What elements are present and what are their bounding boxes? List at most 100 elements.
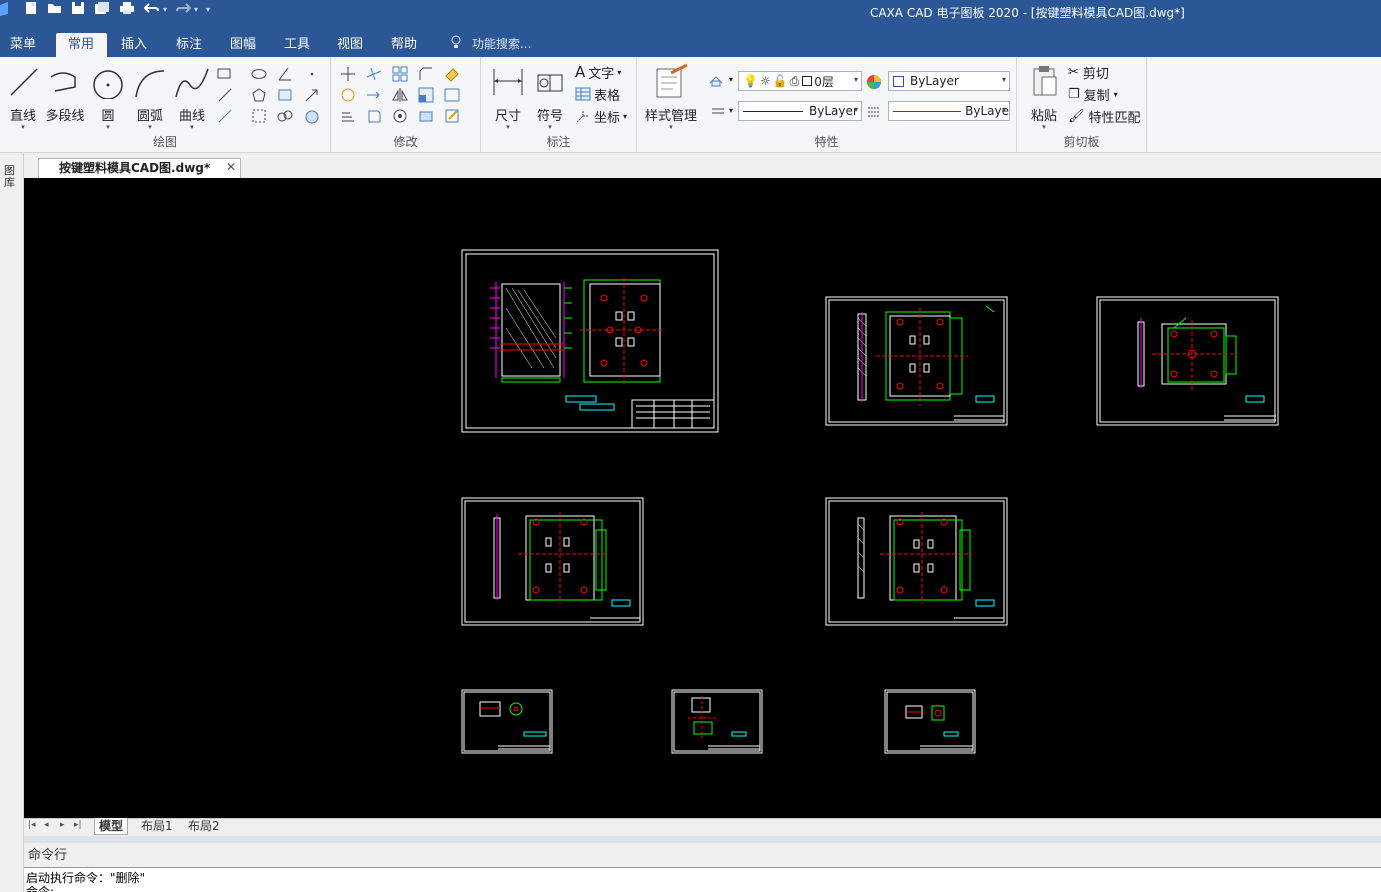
tab-tools[interactable]: 工具 xyxy=(276,33,318,57)
library-side-panel[interactable] xyxy=(0,153,24,892)
offset-line-icon[interactable] xyxy=(216,107,234,125)
dimension-button[interactable]: 尺寸 ▾ xyxy=(487,63,529,131)
drawing-sheet[interactable] xyxy=(671,689,763,754)
table-button[interactable]: 表格 xyxy=(575,85,620,104)
move-icon[interactable] xyxy=(339,65,357,83)
lightbulb-icon: 💡 xyxy=(743,74,758,88)
circle-button[interactable]: 圆 ▾ xyxy=(87,63,129,131)
print-icon[interactable] xyxy=(119,1,135,18)
arrow-icon[interactable] xyxy=(303,86,321,104)
chamfer-icon[interactable] xyxy=(417,65,435,83)
command-output[interactable] xyxy=(24,867,1381,892)
angle-line-icon[interactable] xyxy=(276,65,294,83)
cloud-icon[interactable] xyxy=(276,107,294,125)
symbol-button[interactable]: 符号 ▾ xyxy=(529,63,571,131)
cut-button[interactable]: ✂ 剪切 xyxy=(1068,63,1109,82)
fill-icon[interactable] xyxy=(303,107,321,125)
text-icon: A xyxy=(575,63,586,81)
sun-icon: ☼ xyxy=(759,74,771,88)
drawing-canvas[interactable] xyxy=(24,178,1381,818)
array-icon[interactable] xyxy=(391,65,409,83)
chevron-down-icon: ▾ xyxy=(506,123,510,131)
drawing-sheet[interactable] xyxy=(461,497,644,626)
document-tab[interactable]: 按键塑料模具CAD图.dwg* xyxy=(38,158,241,178)
function-search[interactable]: 功能搜索... xyxy=(450,33,531,53)
match-properties-button[interactable]: 🖌 特性匹配 xyxy=(1068,107,1141,126)
rectangle-icon[interactable] xyxy=(216,65,234,83)
ribbon-panel: 直线 ▾ 多段线 圆 ▾ 圆弧 ▾ 曲线 ▾ 绘图 修改 尺寸 ▾ 符号 ▾ A… xyxy=(0,57,1381,153)
text-button[interactable]: A 文字 ▾ xyxy=(575,63,621,82)
trim-icon[interactable] xyxy=(365,65,383,83)
spline-button[interactable]: 曲线 ▾ xyxy=(171,63,213,131)
break-icon[interactable] xyxy=(365,107,383,125)
polyline-icon xyxy=(50,72,76,92)
tab-help[interactable]: 帮助 xyxy=(383,33,425,57)
stretch-icon[interactable] xyxy=(443,86,461,104)
layer-select[interactable]: 💡 ☼ 🔓 ⎙ 0层 ▾ xyxy=(738,71,862,91)
save-icon[interactable] xyxy=(71,1,85,18)
polygon-icon[interactable] xyxy=(250,86,268,104)
app-icon[interactable] xyxy=(0,2,10,16)
color-wheel-icon[interactable] xyxy=(865,73,883,91)
drawing-sheet[interactable] xyxy=(825,497,1008,626)
customize-toolbar-icon[interactable]: ▾ xyxy=(206,5,210,14)
point-icon[interactable] xyxy=(303,65,321,83)
library-panel-label[interactable]: 图库 xyxy=(4,165,18,189)
polyline-button[interactable]: 多段线 xyxy=(44,63,86,127)
line-button[interactable]: 直线 ▾ xyxy=(2,63,44,131)
hatch-icon[interactable] xyxy=(276,86,294,104)
first-layout-icon[interactable]: |◂ xyxy=(28,820,36,830)
mirror-icon[interactable] xyxy=(391,86,409,104)
drawing-sheet[interactable] xyxy=(825,296,1008,426)
color-select[interactable]: ByLayer ▾ xyxy=(888,71,1010,91)
redo-icon[interactable] xyxy=(175,1,192,18)
layout-tab-model[interactable]: 模型 xyxy=(94,818,129,835)
layout-tab-1[interactable]: 布局1 xyxy=(137,818,177,835)
scale-icon[interactable] xyxy=(417,86,435,104)
tab-insert[interactable]: 插入 xyxy=(113,33,155,57)
tab-frame[interactable]: 图幅 xyxy=(222,33,264,57)
tab-menu[interactable]: 菜单 xyxy=(2,33,44,57)
coordinate-button[interactable]: 坐标 ▾ xyxy=(575,107,627,126)
fillet-icon[interactable] xyxy=(391,107,409,125)
block-icon[interactable] xyxy=(250,107,268,125)
tab-home[interactable]: 常用 xyxy=(56,33,107,57)
new-file-icon[interactable] xyxy=(24,1,38,18)
last-layout-icon[interactable]: ▸| xyxy=(74,820,82,830)
offset-icon[interactable] xyxy=(339,107,357,125)
command-splitter[interactable] xyxy=(24,836,1381,843)
edit-icon[interactable] xyxy=(443,107,461,125)
linetype-list-icon[interactable] xyxy=(709,103,727,121)
close-icon[interactable]: ✕ xyxy=(226,160,236,174)
table-icon xyxy=(575,87,591,101)
drawing-sheet[interactable] xyxy=(884,689,976,754)
redo-dropdown-icon[interactable]: ▾ xyxy=(194,5,198,14)
rotate-icon[interactable] xyxy=(339,86,357,104)
lineweight-icon[interactable] xyxy=(865,103,883,121)
paste-button[interactable]: 粘贴 ▾ xyxy=(1023,63,1065,131)
prev-layout-icon[interactable]: ◂ xyxy=(44,820,49,830)
tab-annotate[interactable]: 标注 xyxy=(168,33,210,57)
undo-icon[interactable] xyxy=(143,1,160,18)
style-manager-button[interactable]: 样式管理 ▾ xyxy=(643,63,699,131)
copy-button[interactable]: ❐ 复制 ▾ xyxy=(1068,85,1118,104)
explode-icon[interactable] xyxy=(417,107,435,125)
next-layout-icon[interactable]: ▸ xyxy=(60,820,65,830)
command-prompt[interactable]: 命令: xyxy=(26,883,54,892)
eraser-icon[interactable] xyxy=(443,65,461,83)
undo-dropdown-icon[interactable]: ▾ xyxy=(163,5,167,14)
tab-view[interactable]: 视图 xyxy=(329,33,371,57)
open-file-icon[interactable] xyxy=(47,1,63,18)
drawing-sheet[interactable] xyxy=(1096,296,1279,426)
drawing-sheet[interactable] xyxy=(461,249,719,433)
layout-tab-2[interactable]: 布局2 xyxy=(184,818,224,835)
extend-icon[interactable] xyxy=(365,86,383,104)
layer-state-icon[interactable] xyxy=(707,71,725,89)
ellipse-icon[interactable] xyxy=(250,65,268,83)
drawing-sheet[interactable] xyxy=(461,689,553,754)
arc-button[interactable]: 圆弧 ▾ xyxy=(129,63,171,131)
centerline-icon[interactable] xyxy=(216,86,234,104)
lineweight-select[interactable]: ByLaye ▾ xyxy=(888,101,1010,121)
linetype-select[interactable]: ByLayer ▾ xyxy=(738,101,862,121)
save-all-icon[interactable] xyxy=(94,1,110,18)
